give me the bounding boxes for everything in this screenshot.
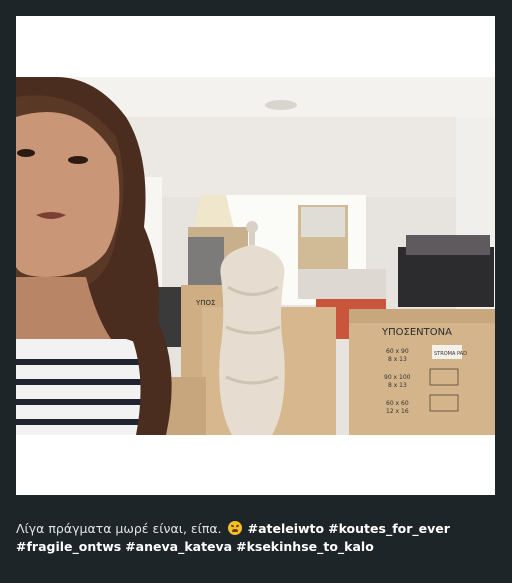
hashtag-link[interactable]: #koutes_for_ever <box>328 521 450 536</box>
box-size-5: 60 x 60 <box>386 400 409 407</box>
hashtag-link[interactable]: #fragile_ontws <box>16 539 121 554</box>
hashtag-link[interactable]: #ksekinhse_to_kalo <box>236 539 374 554</box>
post-caption: Λίγα πράγματα μωρέ είναι, είπα. #ateleiw… <box>16 520 500 556</box>
weary-face-icon <box>227 521 242 535</box>
box-size-3: 90 x 100 <box>384 374 411 381</box>
photo-card: ΥΠΟΣΕΝΤΟΝΑ ΥΠΟΣ 60 x 90 8 x 13 90 x 100 … <box>16 16 495 495</box>
box-tag-text: STROMA PAD <box>434 351 467 357</box>
post-photo[interactable]: ΥΠΟΣΕΝΤΟΝΑ ΥΠΟΣ 60 x 90 8 x 13 90 x 100 … <box>16 77 495 435</box>
box-size-6: 12 x 16 <box>386 408 409 415</box>
caption-text: Λίγα πράγματα μωρέ είναι, είπα. <box>16 521 222 536</box>
hashtag-link[interactable]: #aneva_kateva <box>125 539 232 554</box>
hashtag-link[interactable]: #ateleiwto <box>248 521 325 536</box>
box-size-2: 8 x 13 <box>388 356 407 363</box>
left-box-label-text: ΥΠΟΣ <box>195 299 215 307</box>
box-label-text: ΥΠΟΣΕΝΤΟΝΑ <box>381 327 452 338</box>
post-frame: ΥΠΟΣΕΝΤΟΝΑ ΥΠΟΣ 60 x 90 8 x 13 90 x 100 … <box>0 0 512 583</box>
box-size-4: 8 x 13 <box>388 382 407 389</box>
box-size-1: 60 x 90 <box>386 348 409 355</box>
